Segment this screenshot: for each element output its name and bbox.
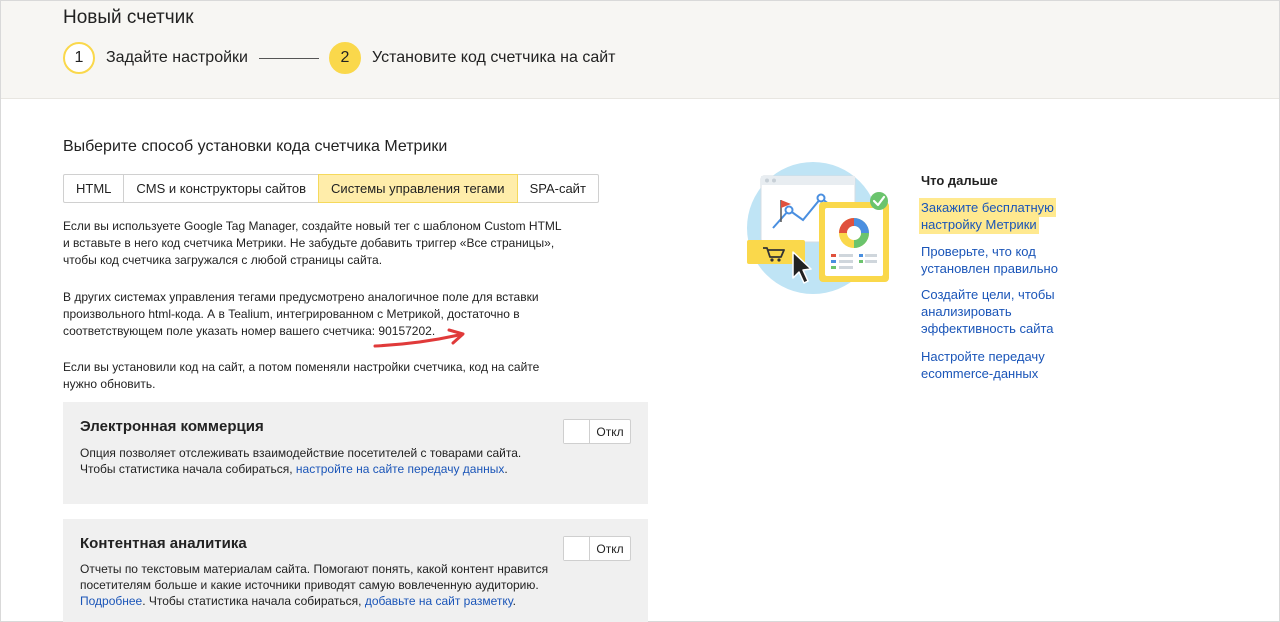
check-code-link[interactable]: Проверьте, что код установлен правильно (921, 243, 1071, 277)
tab-html[interactable]: HTML (63, 174, 125, 203)
content-analytics-card: Контентная аналитика Отчеты по текстовым… (63, 519, 648, 622)
create-goals-line-1: Создайте цели, чтобы (921, 287, 1055, 302)
create-goals-line-2: анализировать (921, 304, 1012, 319)
gtm-line-2: и вставьте в него код счетчика Метрики. … (63, 236, 555, 250)
setup-ecommerce-link[interactable]: Настройте передачу ecommerce-данных (921, 348, 1071, 382)
update-line-2: нужно обновить. (63, 377, 156, 391)
install-method-tabs: HTML CMS и конструкторы сайтов Системы у… (63, 174, 599, 203)
step-2[interactable]: 2 Установите код счетчика на сайт (329, 42, 615, 74)
ecommerce-text-line-2: Чтобы статистика начала собираться, наст… (80, 461, 550, 477)
metrika-illustration-icon (747, 162, 889, 294)
ecommerce-text-prefix: Чтобы статистика начала собираться, (80, 462, 296, 476)
content-analytics-title: Контентная аналитика (80, 535, 247, 552)
toggle-knob (564, 537, 590, 560)
update-code-note: Если вы установили код на сайт, а потом … (63, 359, 583, 393)
page-title: Новый счетчик (63, 7, 194, 28)
ecommerce-text-suffix: . (504, 462, 508, 476)
step-connector (259, 58, 319, 59)
order-setup-line-2: настройку Метрики (921, 217, 1037, 232)
gtm-line-1: Если вы используете Google Tag Manager, … (63, 219, 562, 233)
tab-tag-managers[interactable]: Системы управления тегами (318, 174, 518, 203)
content-text-line-2: посетителям больше и какие источники при… (80, 578, 539, 592)
order-free-setup-link[interactable]: Закажите бесплатную настройку Метрики (921, 199, 1071, 233)
ecommerce-toggle-label: Откл (596, 424, 624, 439)
step-1[interactable]: 1 Задайте настройки (63, 42, 248, 74)
content-text-line-1: Отчеты по текстовым материалам сайта. По… (80, 562, 549, 576)
content-analytics-toggle[interactable]: Откл (563, 536, 631, 561)
content-text-mid: . Чтобы статистика начала собираться, (142, 594, 365, 608)
add-markup-link[interactable]: добавьте на сайт разметку (365, 594, 513, 608)
counter-number-line: соответствующем поле указать номер вашег… (63, 324, 436, 338)
check-code-line-2: установлен правильно (921, 261, 1058, 276)
other-line-2: произвольного html-кода. А в Tealium, ин… (63, 307, 520, 321)
ecommerce-card: Электронная коммерция Опция позволяет от… (63, 402, 648, 504)
page-header: Новый счетчик 1 Задайте настройки 2 Уста… (1, 1, 1279, 99)
install-method-title: Выберите способ установки кода счетчика … (63, 138, 448, 155)
gtm-line-3: чтобы код счетчика загружался с любой ст… (63, 253, 383, 267)
toggle-knob (564, 420, 590, 443)
step-2-number: 2 (329, 42, 361, 74)
ecommerce-title: Электронная коммерция (80, 418, 264, 435)
gtm-instructions: Если вы используете Google Tag Manager, … (63, 218, 583, 269)
order-setup-line-1: Закажите бесплатную (921, 200, 1054, 215)
content-analytics-description: Отчеты по текстовым материалам сайта. По… (80, 561, 550, 609)
step-2-label: Установите код счетчика на сайт (372, 49, 616, 66)
annotation-arrow-icon (373, 328, 465, 348)
tab-cms[interactable]: CMS и конструкторы сайтов (123, 174, 320, 203)
create-goals-link[interactable]: Создайте цели, чтобы анализировать эффек… (921, 286, 1071, 337)
ecommerce-toggle[interactable]: Откл (563, 419, 631, 444)
other-tag-managers-instructions: В других системах управления тегами пред… (63, 289, 583, 340)
step-1-number: 1 (63, 42, 95, 74)
update-line-1: Если вы установили код на сайт, а потом … (63, 360, 540, 374)
setup-ecommerce-line-1: Настройте передачу (921, 349, 1045, 364)
learn-more-link[interactable]: Подробнее (80, 594, 142, 608)
setup-ecommerce-line-2: ecommerce-данных (921, 366, 1039, 381)
next-steps-title: Что дальше (921, 173, 998, 188)
create-goals-line-3: эффективность сайта (921, 321, 1054, 336)
setup-data-transfer-link[interactable]: настройте на сайте передачу данных (296, 462, 504, 476)
content-text-suffix: . (512, 594, 516, 608)
ecommerce-text-line-1: Опция позволяет отслеживать взаимодейств… (80, 446, 522, 460)
check-code-line-1: Проверьте, что код (921, 244, 1036, 259)
step-1-label: Задайте настройки (106, 49, 248, 66)
content-text-line-3: Подробнее. Чтобы статистика начала собир… (80, 593, 550, 609)
tab-spa[interactable]: SPA-сайт (516, 174, 599, 203)
other-line-1: В других системах управления тегами пред… (63, 290, 539, 304)
ecommerce-description: Опция позволяет отслеживать взаимодейств… (80, 445, 550, 477)
content-toggle-label: Откл (596, 541, 624, 556)
